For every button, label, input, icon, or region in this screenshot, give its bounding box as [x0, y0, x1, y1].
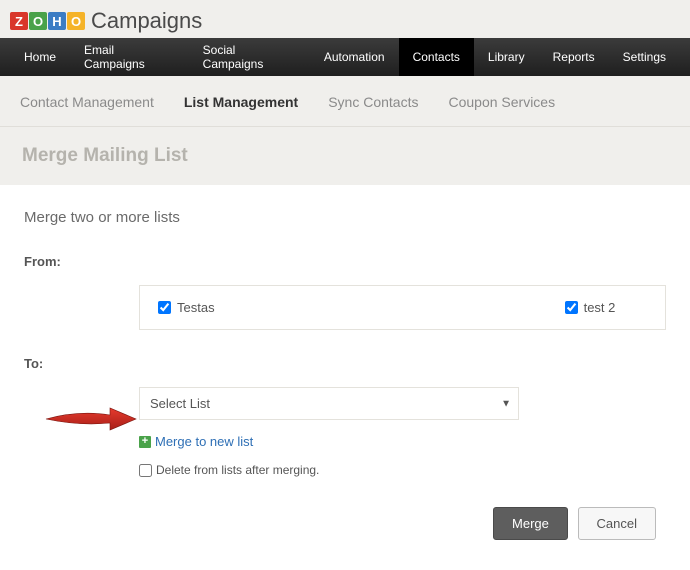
nav-social-campaigns[interactable]: Social Campaigns [189, 38, 310, 76]
plus-icon: + [139, 436, 151, 448]
nav-library[interactable]: Library [474, 38, 539, 76]
nav-automation[interactable]: Automation [310, 38, 399, 76]
subnav-sync-contacts[interactable]: Sync Contacts [328, 94, 418, 110]
button-row: Merge Cancel [24, 507, 666, 540]
nav-contacts[interactable]: Contacts [399, 38, 474, 76]
zoho-logo: ZOHO [10, 12, 85, 30]
subnav-contact-management[interactable]: Contact Management [20, 94, 154, 110]
from-list-box: Testas test 2 [139, 285, 666, 330]
to-select[interactable]: Select List [139, 387, 519, 420]
delete-after-checkbox[interactable] [139, 464, 152, 477]
main-nav: Home Email Campaigns Social Campaigns Au… [0, 38, 690, 76]
cancel-button[interactable]: Cancel [578, 507, 656, 540]
from-option-1[interactable]: test 2 [565, 300, 616, 315]
from-option-label-1: test 2 [584, 300, 616, 315]
header: ZOHO Campaigns [0, 0, 690, 38]
brand-name: Campaigns [91, 8, 202, 34]
subnav-coupon-services[interactable]: Coupon Services [448, 94, 555, 110]
merge-button[interactable]: Merge [493, 507, 568, 540]
merge-new-list-text: Merge to new list [155, 434, 253, 449]
from-option-label-0: Testas [177, 300, 215, 315]
nav-email-campaigns[interactable]: Email Campaigns [70, 38, 189, 76]
subnav-list-management[interactable]: List Management [184, 94, 298, 110]
from-label: From: [24, 254, 61, 269]
delete-after-row[interactable]: Delete from lists after merging. [139, 463, 666, 477]
from-checkbox-0[interactable] [158, 301, 171, 314]
title-bar: Merge Mailing List [0, 127, 690, 185]
content-panel: Merge two or more lists From: Testas tes… [0, 185, 690, 570]
sub-nav: Contact Management List Management Sync … [0, 76, 690, 127]
delete-after-label: Delete from lists after merging. [156, 463, 319, 477]
nav-reports[interactable]: Reports [539, 38, 609, 76]
to-label: To: [24, 356, 43, 371]
from-checkbox-1[interactable] [565, 301, 578, 314]
nav-settings[interactable]: Settings [609, 38, 680, 76]
subtitle: Merge two or more lists [24, 209, 666, 226]
merge-to-new-list-link[interactable]: + Merge to new list [139, 434, 666, 449]
from-option-0[interactable]: Testas [158, 300, 215, 315]
nav-home[interactable]: Home [10, 38, 70, 76]
page-title: Merge Mailing List [22, 145, 668, 167]
